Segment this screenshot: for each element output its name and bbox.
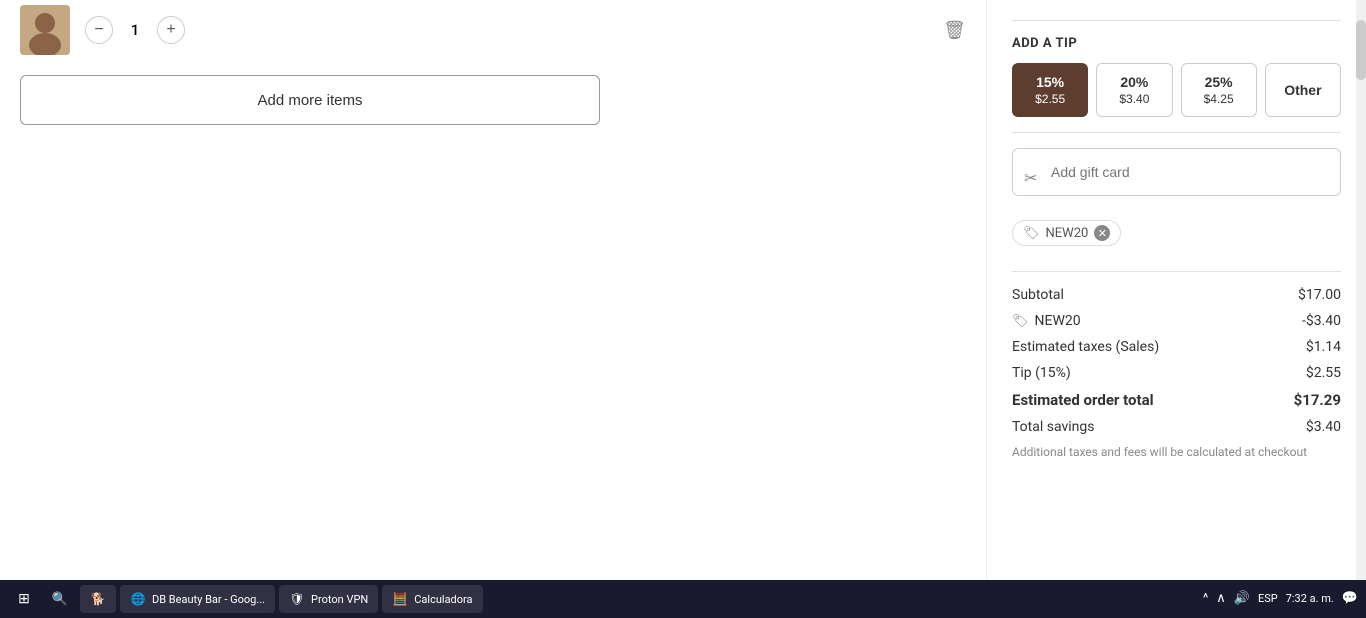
tip-value: $2.55 — [1306, 365, 1341, 381]
tip-row: Tip (15%) $2.55 — [1012, 365, 1341, 381]
scrollbar-track[interactable] — [1356, 0, 1366, 580]
promo-badge: 🏷 NEW20 ✕ — [1012, 220, 1121, 246]
tip-section-label: ADD A TIP — [1012, 36, 1341, 51]
taskbar-clock[interactable]: 7:32 a. m. — [1286, 591, 1334, 606]
tip-15-button[interactable]: 15% $2.55 — [1012, 63, 1088, 117]
chrome-label: DB Beauty Bar - Goog... — [152, 593, 265, 606]
savings-value: $3.40 — [1306, 419, 1341, 435]
tip-label: Tip (15%) — [1012, 365, 1071, 381]
promo-summary-value: -$3.40 — [1302, 313, 1341, 329]
proton-label: Proton VPN — [311, 593, 368, 606]
subtotal-label: Subtotal — [1012, 287, 1064, 303]
language-indicator[interactable]: ESP — [1258, 592, 1278, 605]
chrome-icon: 🌐 — [130, 591, 146, 607]
tip-options: 15% $2.55 20% $3.40 25% $4.25 Other — [1012, 63, 1341, 117]
taskbar-calc-app[interactable]: 🧮 Calculadora — [382, 585, 482, 613]
summary-divider — [1012, 271, 1341, 272]
taxes-row: Estimated taxes (Sales) $1.14 — [1012, 339, 1341, 355]
promo-remove-button[interactable]: ✕ — [1094, 225, 1110, 241]
promo-code-label: NEW20 — [1046, 226, 1089, 241]
cart-item-row: − 1 + 🗑 — [20, 0, 966, 55]
decrease-quantity-button[interactable]: − — [85, 16, 113, 44]
network-icon[interactable]: ∧ — [1216, 591, 1226, 606]
add-more-items-button[interactable]: Add more items — [20, 75, 600, 125]
taxes-value: $1.14 — [1306, 339, 1341, 355]
promo-summary-label: 🏷 NEW20 — [1012, 313, 1081, 329]
gift-card-wrapper: ✂ — [1012, 148, 1341, 208]
taskbar-right: ^ ∧ 🔊 ESP 7:32 a. m. 💬 — [1203, 591, 1358, 606]
tip-other-button[interactable]: Other — [1265, 63, 1341, 117]
increase-quantity-button[interactable]: + — [157, 16, 185, 44]
taskbar-search-button[interactable]: 🔍 — [44, 585, 76, 613]
total-label: Estimated order total — [1012, 391, 1154, 409]
scrollbar-thumb[interactable] — [1356, 20, 1366, 80]
calc-label: Calculadora — [414, 593, 472, 606]
start-button[interactable]: ⊞ — [8, 585, 40, 613]
taxes-label: Estimated taxes (Sales) — [1012, 339, 1159, 355]
proton-icon: 🛡 — [289, 591, 305, 607]
taskbar: ⊞ 🔍 🐕 🌐 DB Beauty Bar - Goog... 🛡 Proton… — [0, 580, 1366, 618]
quantity-control: − 1 + — [85, 16, 185, 44]
taskbar-chrome-app[interactable]: 🌐 DB Beauty Bar - Goog... — [120, 585, 275, 613]
subtotal-row: Subtotal $17.00 — [1012, 287, 1341, 303]
total-value: $17.29 — [1294, 391, 1341, 409]
speaker-icon[interactable]: 🔊 — [1234, 591, 1250, 606]
savings-label: Total savings — [1012, 419, 1094, 435]
tip-20-button[interactable]: 20% $3.40 — [1096, 63, 1172, 117]
subtotal-value: $17.00 — [1298, 287, 1341, 303]
right-panel: ADD A TIP 15% $2.55 20% $3.40 25% $4.25 … — [986, 0, 1366, 580]
widget-icon: 🐕 — [90, 591, 106, 607]
quantity-value: 1 — [125, 21, 145, 39]
mid-divider — [1012, 132, 1341, 133]
top-divider — [1012, 20, 1341, 21]
promo-tag-icon: 🏷 — [1023, 226, 1040, 241]
gift-card-input[interactable] — [1012, 148, 1341, 196]
delete-item-button[interactable]: 🗑 — [943, 20, 966, 41]
tip-25-button[interactable]: 25% $4.25 — [1181, 63, 1257, 117]
promo-row: 🏷 NEW20 -$3.40 — [1012, 313, 1341, 329]
total-row: Estimated order total $17.29 — [1012, 391, 1341, 409]
notification-icon[interactable]: 💬 — [1342, 591, 1358, 606]
item-thumbnail — [20, 5, 70, 55]
gift-card-icon: ✂ — [1024, 169, 1037, 188]
taskbar-proton-app[interactable]: 🛡 Proton VPN — [279, 585, 378, 613]
summary-tag-icon: 🏷 — [1012, 314, 1029, 329]
time-display: 7:32 a. m. — [1286, 591, 1334, 606]
savings-row: Total savings $3.40 — [1012, 419, 1341, 435]
calc-icon: 🧮 — [392, 591, 408, 607]
footer-note: Additional taxes and fees will be calcul… — [1012, 445, 1341, 459]
taskbar-widget-icon[interactable]: 🐕 — [80, 585, 116, 613]
chevron-up-icon[interactable]: ^ — [1203, 591, 1208, 606]
order-summary: Subtotal $17.00 🏷 NEW20 -$3.40 Estimated… — [1012, 287, 1341, 459]
